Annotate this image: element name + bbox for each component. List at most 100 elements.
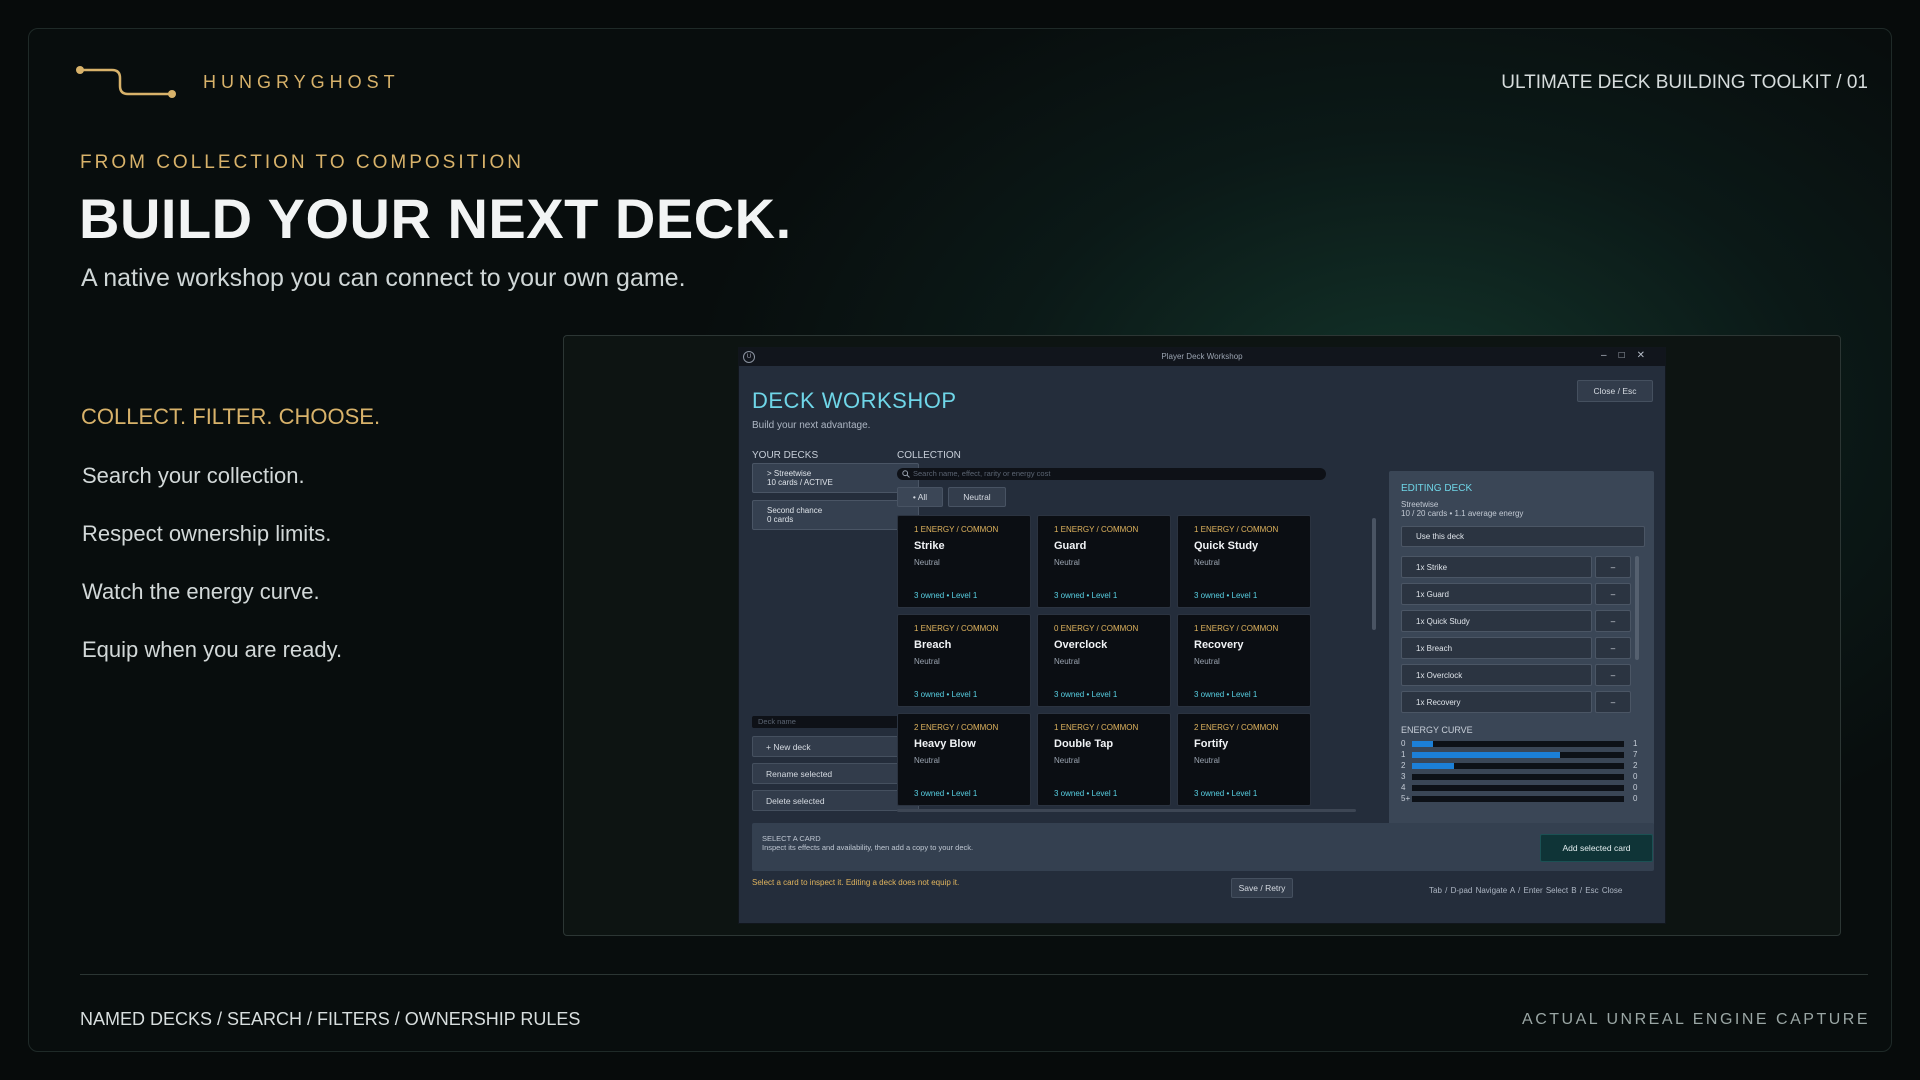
close-icon[interactable]: ✕	[1637, 350, 1657, 361]
deck-item-second-chance[interactable]: Second chance 0 cards	[752, 500, 919, 530]
logo-mark	[76, 66, 176, 98]
card-owned: 3 owned • Level 1	[914, 591, 978, 600]
deck-item-name: Second chance	[767, 506, 823, 515]
card-heavy-blow[interactable]: 2 ENERGY / COMMON Heavy Blow Neutral 3 o…	[897, 713, 1031, 806]
remove-card-button[interactable]: –	[1595, 556, 1631, 578]
card-name: Strike	[914, 540, 945, 552]
energy-cost-label: 1	[1401, 750, 1406, 759]
card-quick-study[interactable]: 1 ENERGY / COMMON Quick Study Neutral 3 …	[1177, 515, 1311, 608]
energy-bar-track	[1412, 763, 1624, 769]
card-name: Heavy Blow	[914, 738, 976, 750]
card-cost: 1 ENERGY / COMMON	[1194, 624, 1279, 633]
window-titlebar[interactable]: U Player Deck Workshop –□✕	[739, 348, 1665, 366]
card-owned: 3 owned • Level 1	[1194, 690, 1258, 699]
card-faction: Neutral	[1194, 756, 1220, 765]
card-name: Quick Study	[1194, 540, 1259, 552]
energy-count-label: 2	[1633, 761, 1638, 770]
card-recovery[interactable]: 1 ENERGY / COMMON Recovery Neutral 3 own…	[1177, 614, 1311, 707]
feature-item: Search your collection.	[82, 463, 305, 488]
feature-tagline: COLLECT. FILTER. CHOOSE.	[81, 404, 381, 429]
card-faction: Neutral	[1194, 657, 1220, 666]
collection-scrollbar[interactable]	[1372, 518, 1376, 630]
energy-bar-track	[1412, 774, 1624, 780]
collection-hscrollbar[interactable]	[897, 809, 1356, 812]
card-cost: 2 ENERGY / COMMON	[1194, 723, 1279, 732]
remove-card-button[interactable]: –	[1595, 583, 1631, 605]
energy-cost-label: 0	[1401, 739, 1406, 748]
minimize-icon[interactable]: –	[1601, 350, 1619, 361]
card-guard[interactable]: 1 ENERGY / COMMON Guard Neutral 3 owned …	[1037, 515, 1171, 608]
search-input[interactable]: Search name, effect, rarity or energy co…	[897, 468, 1326, 480]
card-detail-panel: SELECT A CARD Inspect its effects and av…	[752, 823, 1654, 871]
card-breach[interactable]: 1 ENERGY / COMMON Breach Neutral 3 owned…	[897, 614, 1031, 707]
card-name: Double Tap	[1054, 738, 1114, 750]
card-cost: 2 ENERGY / COMMON	[914, 723, 999, 732]
card-strike[interactable]: 1 ENERGY / COMMON Strike Neutral 3 owned…	[897, 515, 1031, 608]
energy-cost-label: 4	[1401, 783, 1406, 792]
remove-card-button[interactable]: –	[1595, 637, 1631, 659]
deck-entry[interactable]: 1x Overclock	[1401, 664, 1592, 686]
card-overclock[interactable]: 0 ENERGY / COMMON Overclock Neutral 3 ow…	[1037, 614, 1171, 707]
deck-entry[interactable]: 1x Quick Study	[1401, 610, 1592, 632]
card-owned: 3 owned • Level 1	[914, 789, 978, 798]
energy-bar-track	[1412, 741, 1624, 747]
card-owned: 3 owned • Level 1	[1194, 789, 1258, 798]
energy-count-label: 0	[1633, 772, 1638, 781]
rename-deck-button[interactable]: Rename selected	[752, 763, 919, 784]
add-selected-card-button[interactable]: Add selected card	[1540, 834, 1653, 862]
use-deck-button[interactable]: Use this deck	[1401, 526, 1645, 547]
card-owned: 3 owned • Level 1	[1054, 789, 1118, 798]
card-double-tap[interactable]: 1 ENERGY / COMMON Double Tap Neutral 3 o…	[1037, 713, 1171, 806]
subhead: A native workshop you can connect to you…	[81, 264, 686, 292]
energy-curve-row: 17	[1401, 750, 1641, 760]
detail-heading: SELECT A CARD	[762, 834, 821, 843]
footer-features: NAMED DECKS / SEARCH / FILTERS / OWNERSH…	[80, 1009, 581, 1029]
deck-list-scrollbar[interactable]	[1635, 556, 1639, 660]
feature-item: Watch the energy curve.	[82, 579, 320, 604]
collection-label: COLLECTION	[897, 450, 961, 461]
deck-entry[interactable]: 1x Strike	[1401, 556, 1592, 578]
card-cost: 1 ENERGY / COMMON	[1054, 525, 1139, 534]
deck-workshop-window: U Player Deck Workshop –□✕ DECK WORKSHOP…	[738, 347, 1666, 924]
delete-deck-button[interactable]: Delete selected	[752, 790, 919, 811]
window-controls: –□✕	[1601, 350, 1657, 361]
energy-count-label: 7	[1633, 750, 1638, 759]
energy-count-label: 0	[1633, 794, 1638, 803]
deck-entry[interactable]: 1x Recovery	[1401, 691, 1592, 713]
energy-bar	[1412, 763, 1455, 769]
card-name: Overclock	[1054, 639, 1108, 651]
save-retry-button[interactable]: Save / Retry	[1231, 878, 1293, 898]
search-placeholder: Search name, effect, rarity or energy co…	[913, 469, 1051, 478]
remove-card-button[interactable]: –	[1595, 610, 1631, 632]
energy-curve-row: 30	[1401, 772, 1641, 782]
deck-name-input[interactable]: Deck name	[752, 716, 919, 728]
card-faction: Neutral	[1054, 756, 1080, 765]
footer-divider	[80, 974, 1868, 975]
deck-entry[interactable]: 1x Breach	[1401, 637, 1592, 659]
card-faction: Neutral	[1194, 558, 1220, 567]
card-owned: 3 owned • Level 1	[914, 690, 978, 699]
energy-count-label: 1	[1633, 739, 1638, 748]
energy-bar	[1412, 752, 1561, 758]
close-button[interactable]: Close / Esc	[1577, 380, 1653, 402]
card-faction: Neutral	[914, 756, 940, 765]
filter-all[interactable]: • All	[897, 487, 943, 507]
deck-item-streetwise[interactable]: > Streetwise 10 cards / ACTIVE	[752, 463, 919, 493]
filter-neutral[interactable]: Neutral	[948, 487, 1006, 507]
maximize-icon[interactable]: □	[1619, 350, 1637, 361]
energy-curve-row: 5+ 0	[1401, 794, 1641, 804]
remove-card-button[interactable]: –	[1595, 691, 1631, 713]
energy-curve-row: 22	[1401, 761, 1641, 771]
footer-caption: ACTUAL UNREAL ENGINE CAPTURE	[1522, 1011, 1870, 1028]
deck-item-meta: 0 cards	[767, 515, 794, 524]
card-name: Guard	[1054, 540, 1087, 552]
window-title: Player Deck Workshop	[1161, 352, 1243, 361]
energy-curve-row: 01	[1401, 739, 1641, 749]
remove-card-button[interactable]: –	[1595, 664, 1631, 686]
brand-name: HUNGRYGHOST	[203, 72, 400, 92]
search-icon	[902, 470, 910, 478]
deck-entry[interactable]: 1x Guard	[1401, 583, 1592, 605]
new-deck-button[interactable]: + New deck	[752, 736, 919, 757]
controls-hint: Tab / D-pad Navigate A / Enter Select B …	[1429, 886, 1623, 895]
card-fortify[interactable]: 2 ENERGY / COMMON Fortify Neutral 3 owne…	[1177, 713, 1311, 806]
